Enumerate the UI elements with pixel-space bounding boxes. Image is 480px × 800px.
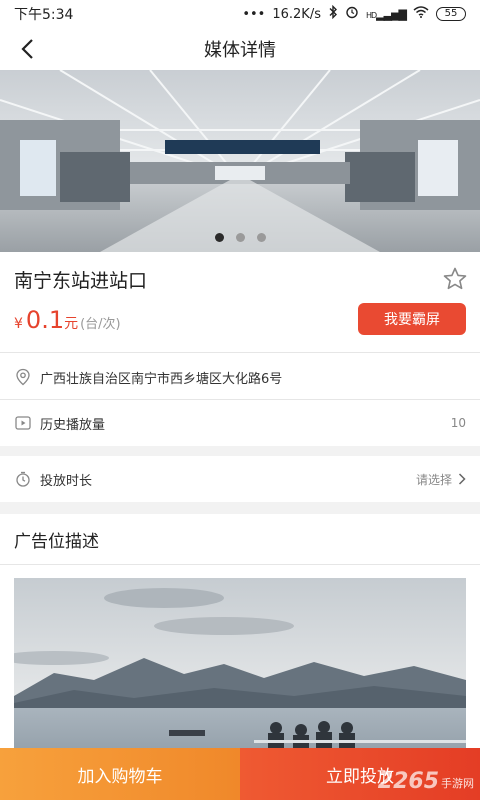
- favorite-button[interactable]: [442, 266, 468, 292]
- price-unit: 元: [64, 316, 79, 332]
- chevron-right-icon: [458, 473, 466, 485]
- signal-icon: HD▂▃▅▇: [365, 7, 407, 21]
- status-icons: ••• 16.2K/s HD▂▃▅▇ 55: [242, 4, 466, 23]
- more-dots-icon: •••: [242, 6, 266, 22]
- status-bar: 下午5:34 ••• 16.2K/s HD▂▃▅▇ 55: [0, 0, 480, 28]
- duration-value: 请选择: [415, 472, 452, 487]
- price: ¥ 0.1 元 (台/次): [14, 306, 121, 334]
- carousel-dots: [0, 233, 480, 242]
- launch-now-button[interactable]: 立即投放 2265 手游网: [240, 748, 480, 800]
- location-icon: [14, 368, 32, 386]
- section-gap: [0, 502, 480, 514]
- bluetooth-icon: [328, 4, 338, 23]
- chevron-left-icon: [21, 39, 33, 59]
- carousel-dot[interactable]: [256, 233, 266, 242]
- battery-level: 55: [444, 8, 458, 19]
- divider: [0, 564, 480, 565]
- divider: [0, 352, 480, 353]
- duration-row[interactable]: 投放时长 请选择: [0, 456, 480, 502]
- address-row: 广西壮族自治区南宁市西乡塘区大化路6号: [0, 354, 480, 400]
- launch-now-label: 立即投放: [326, 766, 394, 787]
- station-hall-image: [0, 70, 480, 252]
- nav-bar: 媒体详情: [0, 28, 480, 70]
- timer-icon: [14, 470, 32, 488]
- carousel-dot[interactable]: [214, 233, 224, 242]
- bully-screen-button[interactable]: 我要霸屏: [358, 303, 466, 335]
- wifi-icon: [413, 6, 429, 22]
- media-summary: 南宁东站进站口 ¥ 0.1 元 (台/次) 我要霸屏: [0, 252, 480, 352]
- add-to-cart-button[interactable]: 加入购物车: [0, 748, 240, 800]
- section-gap: [0, 446, 480, 456]
- status-time: 下午5:34: [14, 7, 74, 23]
- play-count-label: 历史播放量: [40, 417, 106, 433]
- address-text: 广西壮族自治区南宁市西乡塘区大化路6号: [40, 371, 283, 387]
- page-title: 媒体详情: [204, 40, 276, 61]
- media-name: 南宁东站进站口: [14, 270, 148, 292]
- price-value: 0.1: [25, 306, 65, 334]
- price-per: (台/次): [80, 317, 121, 332]
- duration-label: 投放时长: [40, 473, 93, 489]
- bottom-action-bar: 加入购物车 立即投放 2265 手游网: [0, 748, 480, 800]
- star-icon: [443, 267, 467, 290]
- price-currency: ¥: [14, 316, 23, 332]
- video-icon: [14, 414, 32, 432]
- duration-selector[interactable]: 请选择: [416, 471, 466, 488]
- description-title: 广告位描述: [14, 531, 99, 552]
- back-button[interactable]: [10, 32, 44, 66]
- signal-label: HD: [365, 10, 377, 20]
- banner-carousel[interactable]: [0, 70, 480, 252]
- watermark-text: 手游网: [441, 777, 474, 790]
- battery-icon: 55: [436, 7, 466, 21]
- carousel-dot[interactable]: [235, 233, 245, 242]
- network-speed: 16.2K/s: [272, 6, 321, 22]
- play-count-value: 10: [450, 416, 466, 430]
- play-count-row: 历史播放量 10: [0, 400, 480, 446]
- alarm-icon: [345, 5, 359, 23]
